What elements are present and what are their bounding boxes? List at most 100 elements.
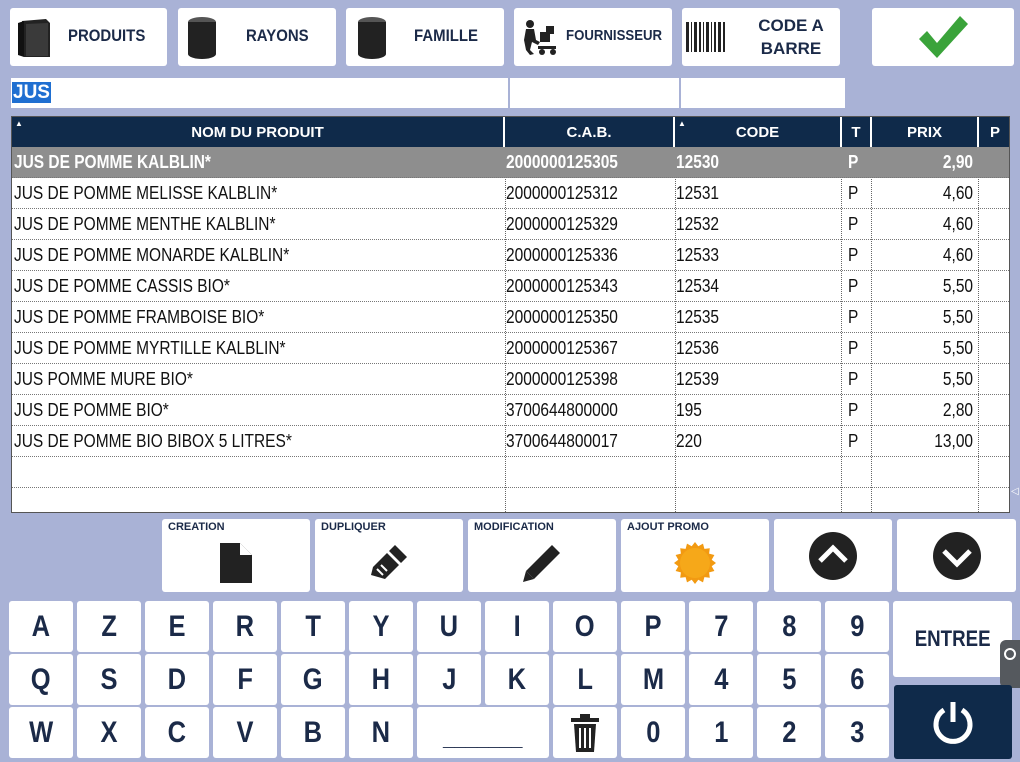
scroll-up-button[interactable] — [774, 519, 892, 592]
key-Q[interactable]: Q — [9, 654, 73, 705]
cell-code: 12533 — [676, 240, 841, 270]
key-3[interactable]: 3 — [825, 707, 889, 758]
cell-cab: 2000000125398 — [506, 364, 674, 394]
key-G[interactable]: G — [281, 654, 345, 705]
key-K[interactable]: K — [485, 654, 549, 705]
key-label: F — [237, 662, 253, 696]
produits-label: PRODUITS — [68, 26, 146, 45]
key-9[interactable]: 9 — [825, 601, 889, 652]
key-7[interactable]: 7 — [689, 601, 753, 652]
empty-row[interactable] — [12, 457, 1009, 488]
key-W[interactable]: W — [9, 707, 73, 758]
side-tab[interactable] — [1000, 640, 1020, 688]
key-label: 3 — [849, 715, 865, 749]
table-row[interactable]: JUS DE POMME MYRTILLE KALBLIN* 2000000125… — [12, 333, 1009, 364]
key-8[interactable]: 8 — [757, 601, 821, 652]
key-label: B — [303, 715, 323, 749]
scroll-arrow-icon[interactable]: ◁ — [1011, 486, 1019, 497]
key-X[interactable]: X — [77, 707, 141, 758]
power-button[interactable] — [894, 685, 1012, 759]
key-0[interactable]: 0 — [621, 707, 685, 758]
cell-cab: 3700644800000 — [506, 395, 674, 425]
key-U[interactable]: U — [417, 601, 481, 652]
empty-row[interactable] — [12, 488, 1009, 512]
cell-t: P — [848, 395, 870, 425]
key-A[interactable]: A — [9, 601, 73, 652]
key-C[interactable]: C — [145, 707, 209, 758]
search-input[interactable]: JUS — [11, 78, 508, 108]
key-O[interactable]: O — [553, 601, 617, 652]
header-t[interactable]: T — [842, 117, 872, 147]
key-6[interactable]: 6 — [825, 654, 889, 705]
modification-button[interactable]: MODIFICATION — [468, 519, 616, 592]
key-S[interactable]: S — [77, 654, 141, 705]
key-2[interactable]: 2 — [757, 707, 821, 758]
header-cab[interactable]: C.A.B. — [505, 117, 675, 147]
table-row[interactable]: JUS DE POMME FRAMBOISE BIO* 2000000125350… — [12, 302, 1009, 333]
table-row[interactable]: JUS DE POMME BIO BIBOX 5 LITRES* 37006448… — [12, 426, 1009, 457]
key-I[interactable]: I — [485, 601, 549, 652]
cell-cab-text: 2000000125350 — [506, 307, 618, 327]
modification-label: MODIFICATION — [474, 521, 554, 533]
table-row[interactable]: JUS DE POMME KALBLIN* 2000000125305 12530 P… — [12, 147, 1009, 178]
fournisseur-button[interactable]: FOURNISSEUR — [514, 8, 672, 66]
table-row[interactable]: JUS DE POMME BIO* 3700644800000 195 P 2,80 — [12, 395, 1009, 426]
key-J[interactable]: J — [417, 654, 481, 705]
key-V[interactable]: V — [213, 707, 277, 758]
delete-key[interactable] — [553, 707, 617, 758]
key-T[interactable]: T — [281, 601, 345, 652]
cell-nom: JUS POMME MURE BIO* — [14, 364, 504, 394]
key-P[interactable]: P — [621, 601, 685, 652]
cell-prix: 5,50 — [872, 364, 978, 394]
table-row[interactable]: JUS DE POMME MONARDE KALBLIN* 20000001253… — [12, 240, 1009, 271]
key-R[interactable]: R — [213, 601, 277, 652]
table-row[interactable]: JUS DE POMME MENTHE KALBLIN* 200000012532… — [12, 209, 1009, 240]
key-B[interactable]: B — [281, 707, 345, 758]
code-barre-button[interactable]: CODE A BARRE — [682, 8, 840, 66]
table-row[interactable]: JUS POMME MURE BIO* 2000000125398 12539 P 5,… — [12, 364, 1009, 395]
creation-button[interactable]: CREATION — [162, 519, 310, 592]
cell-prix: 5,50 — [872, 271, 978, 301]
key-label: C — [167, 715, 187, 749]
key-4[interactable]: 4 — [689, 654, 753, 705]
key-L[interactable]: L — [553, 654, 617, 705]
space-key[interactable]: _______ — [417, 707, 549, 758]
scroll-down-button[interactable] — [897, 519, 1016, 592]
table-row[interactable]: JUS DE POMME MELISSE KALBLIN* 20000001253… — [12, 178, 1009, 209]
key-1[interactable]: 1 — [689, 707, 753, 758]
famille-button[interactable]: FAMILLE — [346, 8, 504, 66]
key-label: S — [100, 662, 118, 696]
confirm-button[interactable] — [872, 8, 1014, 66]
key-label: L — [577, 662, 593, 696]
header-prix[interactable]: PRIX — [872, 117, 979, 147]
ajout-promo-button[interactable]: AJOUT PROMO — [621, 519, 769, 592]
key-Y[interactable]: Y — [349, 601, 413, 652]
key-H[interactable]: H — [349, 654, 413, 705]
cell-prix: 13,00 — [872, 426, 978, 456]
cell-code-text: 12530 — [676, 152, 720, 172]
key-M[interactable]: M — [621, 654, 685, 705]
dupliquer-button[interactable]: DUPLIQUER — [315, 519, 463, 592]
cell-cab-text: 2000000125312 — [506, 183, 618, 203]
cell-cab-text: 2000000125367 — [506, 338, 618, 358]
rayons-button[interactable]: RAYONS — [178, 8, 336, 66]
enter-key[interactable]: ENTREE — [893, 601, 1012, 677]
key-E[interactable]: E — [145, 601, 209, 652]
search-field-3[interactable] — [681, 78, 845, 108]
produits-button[interactable]: PRODUITS — [10, 8, 167, 66]
header-cab-label: C.A.B. — [566, 123, 612, 141]
cell-nom: JUS DE POMME MONARDE KALBLIN* — [14, 240, 504, 270]
table-row[interactable]: JUS DE POMME CASSIS BIO* 2000000125343 125… — [12, 271, 1009, 302]
header-p[interactable]: P — [979, 117, 1009, 147]
key-F[interactable]: F — [213, 654, 277, 705]
key-D[interactable]: D — [145, 654, 209, 705]
key-5[interactable]: 5 — [757, 654, 821, 705]
header-nom[interactable]: ▲ NOM DU PRODUIT — [12, 117, 505, 147]
search-field-2[interactable] — [510, 78, 679, 108]
key-N[interactable]: N — [349, 707, 413, 758]
header-code[interactable]: ▲ CODE — [675, 117, 842, 147]
paint-brush-icon — [371, 545, 407, 579]
key-Z[interactable]: Z — [77, 601, 141, 652]
cell-t: P — [848, 302, 870, 332]
cell-cab: 2000000125336 — [506, 240, 674, 270]
